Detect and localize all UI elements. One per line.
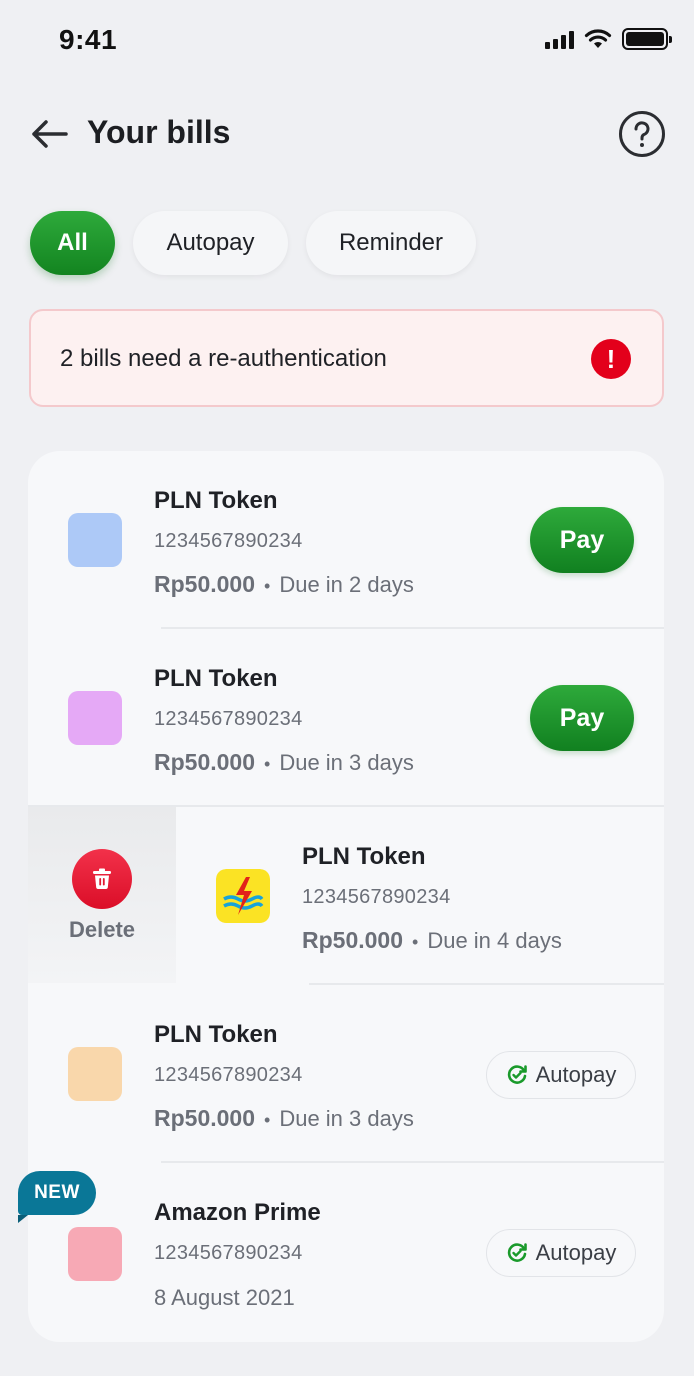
bill-name: PLN Token	[154, 1021, 278, 1048]
bill-number: 1234567890234	[154, 530, 303, 552]
bill-name: Amazon Prime	[154, 1199, 321, 1226]
back-button[interactable]	[28, 114, 72, 154]
alert-text: 2 bills need a re-authentication	[60, 345, 387, 372]
bill-meta: Rp50.000 • Due in 2 days	[154, 571, 414, 598]
bill-amount: Rp50.000	[154, 571, 256, 597]
bill-number: 1234567890234	[302, 886, 451, 908]
bill-due: Due in 3 days	[279, 750, 414, 775]
autopay-refresh-icon	[507, 1243, 527, 1262]
bill-amount: Rp50.000	[154, 1105, 256, 1131]
bill-row[interactable]: PLN Token 1234567890234 Rp50.000 • Due i…	[28, 985, 664, 1163]
bill-due: Due in 4 days	[427, 928, 562, 953]
bill-row-swiped[interactable]: Delete PLN Token 1234567890234 Rp50.000 …	[28, 807, 664, 985]
status-time: 9:41	[59, 24, 118, 55]
delete-button[interactable]	[72, 849, 132, 909]
autopay-badge[interactable]: Autopay	[486, 1051, 636, 1099]
bill-name: PLN Token	[154, 487, 278, 514]
bill-row[interactable]: PLN Token 1234567890234 Rp50.000 • Due i…	[28, 629, 664, 807]
separator-dot: •	[264, 754, 271, 774]
delete-swipe-action[interactable]: Delete	[28, 807, 176, 983]
bill-meta: Rp50.000 • Due in 3 days	[154, 1105, 414, 1132]
trash-icon	[93, 868, 111, 890]
bill-meta: 8 August 2021	[154, 1285, 295, 1311]
new-badge: NEW	[18, 1171, 96, 1223]
autopay-label: Autopay	[535, 1062, 617, 1087]
help-button[interactable]	[618, 110, 666, 158]
bill-meta: Rp50.000 • Due in 4 days	[302, 927, 562, 954]
page-title: Your bills	[87, 114, 231, 150]
battery-icon	[622, 28, 672, 50]
status-bar: 9:41	[0, 0, 694, 80]
bill-list: PLN Token 1234567890234 Rp50.000 • Due i…	[18, 451, 664, 1342]
cellular-signal-icon	[545, 29, 574, 49]
bill-amount: Rp50.000	[154, 749, 256, 775]
biller-logo	[68, 691, 122, 745]
filter-chip-autopay[interactable]: Autopay	[133, 211, 288, 275]
pay-button[interactable]: Pay	[530, 507, 634, 573]
filter-chip-reminder[interactable]: Reminder	[306, 211, 476, 275]
bill-amount: Rp50.000	[302, 927, 404, 953]
separator-dot: •	[264, 576, 271, 596]
reauth-alert-banner[interactable]: 2 bills need a re-authentication !	[29, 309, 664, 407]
wifi-icon	[584, 29, 612, 48]
bill-row-content[interactable]: PLN Token 1234567890234 Rp50.000 • Due i…	[176, 807, 664, 985]
bill-number: 1234567890234	[154, 708, 303, 730]
autopay-label: Autopay	[535, 1240, 617, 1265]
header: Your bills	[0, 100, 694, 168]
bill-row[interactable]: Amazon Prime 1234567890234 8 August 2021…	[28, 1163, 664, 1341]
bill-number: 1234567890234	[154, 1242, 303, 1264]
arrow-left-icon	[32, 120, 68, 148]
question-circle-icon	[619, 111, 665, 157]
bill-date: 8 August 2021	[154, 1285, 295, 1310]
status-icons	[545, 28, 672, 50]
filter-tabs: All Autopay Reminder	[30, 211, 476, 275]
pln-logo-icon	[216, 869, 270, 923]
exclamation-icon: !	[591, 339, 631, 379]
autopay-badge[interactable]: Autopay	[486, 1229, 636, 1277]
bill-due: Due in 2 days	[279, 572, 414, 597]
autopay-refresh-icon	[507, 1065, 527, 1084]
pay-button[interactable]: Pay	[530, 685, 634, 751]
bill-name: PLN Token	[154, 665, 278, 692]
separator-dot: •	[412, 932, 419, 952]
bill-number: 1234567890234	[154, 1064, 303, 1086]
delete-label: Delete	[68, 917, 136, 942]
biller-logo	[68, 1227, 122, 1281]
filter-chip-all[interactable]: All	[30, 211, 115, 275]
bill-row[interactable]: PLN Token 1234567890234 Rp50.000 • Due i…	[28, 451, 664, 629]
bill-due: Due in 3 days	[279, 1106, 414, 1131]
bill-meta: Rp50.000 • Due in 3 days	[154, 749, 414, 776]
separator-dot: •	[264, 1110, 271, 1130]
biller-logo	[68, 1047, 122, 1101]
bill-name: PLN Token	[302, 843, 426, 870]
biller-logo	[68, 513, 122, 567]
